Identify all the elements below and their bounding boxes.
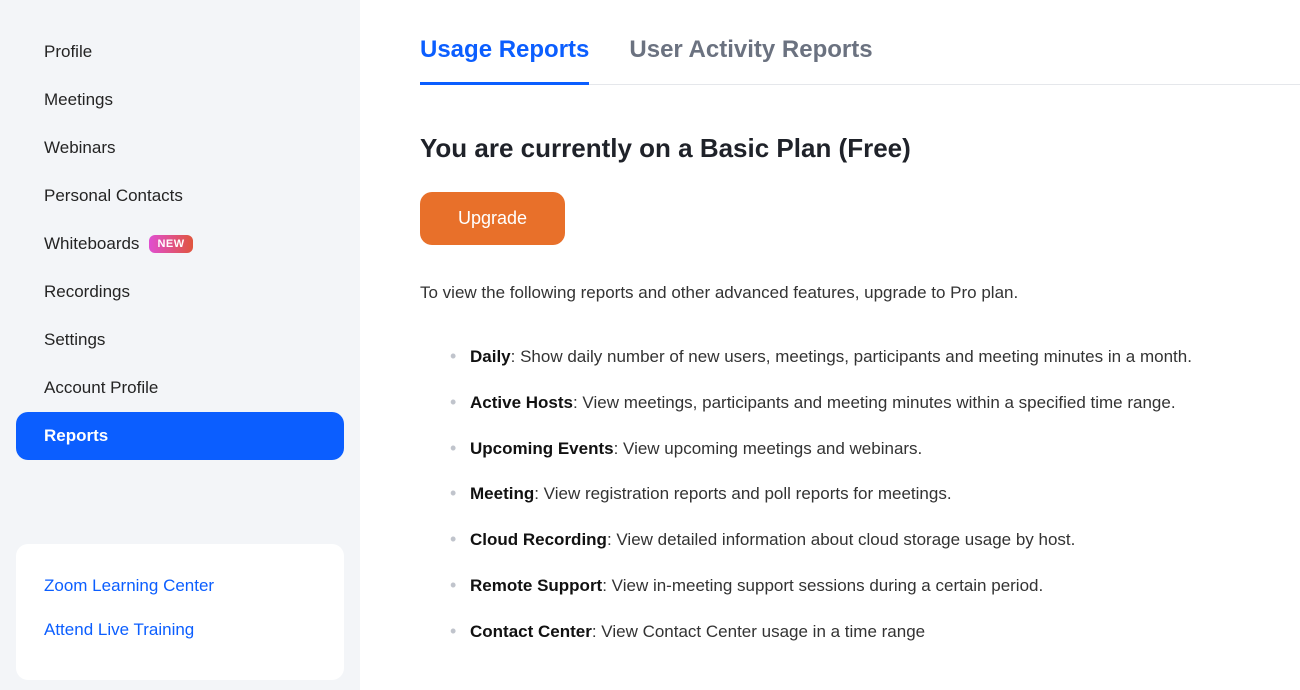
sidebar-item-label: Meetings	[44, 90, 113, 110]
report-feature-desc: : View registration reports and poll rep…	[534, 484, 951, 503]
report-feature-desc: : Show daily number of new users, meetin…	[511, 347, 1192, 366]
tab-usage-reports[interactable]: Usage Reports	[420, 36, 589, 85]
report-feature-name: Meeting	[470, 484, 534, 503]
upgrade-description: To view the following reports and other …	[420, 283, 1300, 303]
plan-heading: You are currently on a Basic Plan (Free)	[420, 133, 1300, 164]
sidebar-item-label: Reports	[44, 426, 108, 446]
sidebar-item-label: Webinars	[44, 138, 116, 158]
tab-user-activity-reports[interactable]: User Activity Reports	[629, 36, 872, 85]
sidebar-item-label: Recordings	[44, 282, 130, 302]
sidebar-item-account-profile[interactable]: Account Profile	[16, 364, 344, 412]
report-feature-name: Contact Center	[470, 622, 592, 641]
report-feature-item: Cloud Recording: View detailed informati…	[470, 528, 1300, 552]
report-feature-item: Daily: Show daily number of new users, m…	[470, 345, 1300, 369]
sidebar-item-reports[interactable]: Reports	[16, 412, 344, 460]
report-feature-name: Cloud Recording	[470, 530, 607, 549]
report-tabs: Usage Reports User Activity Reports	[420, 36, 1300, 85]
sidebar-item-profile[interactable]: Profile	[16, 28, 344, 76]
sidebar-item-meetings[interactable]: Meetings	[16, 76, 344, 124]
report-feature-desc: : View Contact Center usage in a time ra…	[592, 622, 925, 641]
report-feature-item: Remote Support: View in-meeting support …	[470, 574, 1300, 598]
report-feature-desc: : View upcoming meetings and webinars.	[614, 439, 923, 458]
report-feature-name: Active Hosts	[470, 393, 573, 412]
report-feature-item: Meeting: View registration reports and p…	[470, 482, 1300, 506]
report-feature-name: Daily	[470, 347, 511, 366]
sidebar-item-label: Settings	[44, 330, 105, 350]
report-feature-item: Upcoming Events: View upcoming meetings …	[470, 437, 1300, 461]
sidebar-item-recordings[interactable]: Recordings	[16, 268, 344, 316]
sidebar-item-settings[interactable]: Settings	[16, 316, 344, 364]
upgrade-button[interactable]: Upgrade	[420, 192, 565, 245]
sidebar-nav: Profile Meetings Webinars Personal Conta…	[16, 28, 344, 460]
link-attend-live-training[interactable]: Attend Live Training	[44, 608, 316, 652]
sidebar-item-label: Profile	[44, 42, 92, 62]
report-feature-item: Contact Center: View Contact Center usag…	[470, 620, 1300, 644]
sidebar-item-label: Personal Contacts	[44, 186, 183, 206]
sidebar-item-personal-contacts[interactable]: Personal Contacts	[16, 172, 344, 220]
report-feature-name: Upcoming Events	[470, 439, 614, 458]
sidebar: Profile Meetings Webinars Personal Conta…	[0, 0, 360, 690]
sidebar-secondary-card: Zoom Learning Center Attend Live Trainin…	[16, 544, 344, 680]
sidebar-item-label: Account Profile	[44, 378, 158, 398]
report-feature-desc: : View in-meeting support sessions durin…	[602, 576, 1043, 595]
sidebar-item-label: Whiteboards	[44, 234, 139, 254]
report-feature-desc: : View meetings, participants and meetin…	[573, 393, 1176, 412]
link-zoom-learning-center[interactable]: Zoom Learning Center	[44, 564, 316, 608]
report-feature-desc: : View detailed information about cloud …	[607, 530, 1075, 549]
report-feature-list: Daily: Show daily number of new users, m…	[420, 345, 1300, 644]
report-feature-item: Active Hosts: View meetings, participant…	[470, 391, 1300, 415]
sidebar-item-whiteboards[interactable]: Whiteboards NEW	[16, 220, 344, 268]
new-badge: NEW	[149, 235, 192, 253]
report-feature-name: Remote Support	[470, 576, 602, 595]
main-content: Usage Reports User Activity Reports You …	[360, 0, 1300, 690]
sidebar-item-webinars[interactable]: Webinars	[16, 124, 344, 172]
